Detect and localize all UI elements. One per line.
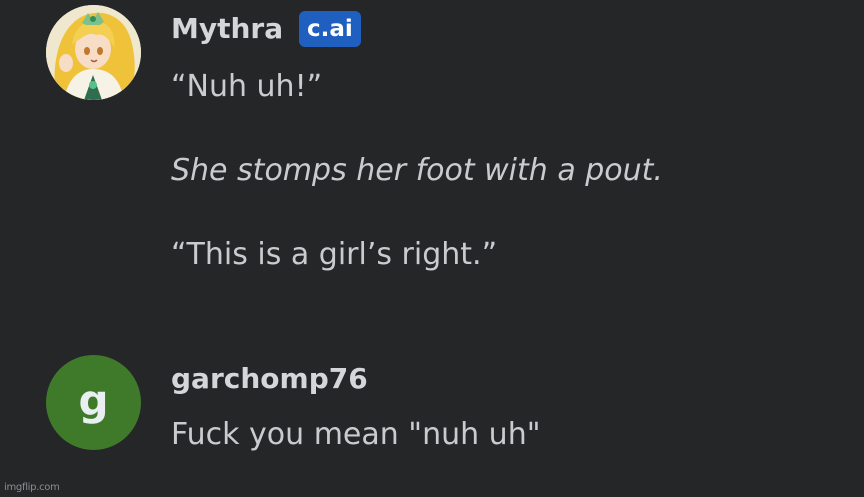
character-ai-badge: c.ai	[299, 11, 361, 47]
mythra-avatar[interactable]	[46, 5, 141, 100]
anime-character-avatar-icon	[46, 5, 141, 100]
garchomp76-avatar[interactable]: g	[46, 355, 141, 450]
chat-message-garchomp76: g garchomp76 Fuck you mean "nuh uh"	[0, 340, 864, 470]
avatar-letter: g	[78, 375, 109, 425]
imgflip-watermark: imgflip.com	[4, 482, 60, 493]
author-name[interactable]: Mythra	[171, 15, 283, 43]
message-line: “This is a girl’s right.”	[171, 237, 498, 272]
message-line: “Nuh uh!”	[171, 69, 323, 104]
chat-message-mythra: Mythra c.ai “Nuh uh!” She stomps her foo…	[0, 0, 864, 300]
message-line: Fuck you mean "nuh uh"	[171, 417, 541, 452]
author-name[interactable]: garchomp76	[171, 365, 368, 393]
message-action-line: She stomps her foot with a pout.	[171, 153, 663, 188]
